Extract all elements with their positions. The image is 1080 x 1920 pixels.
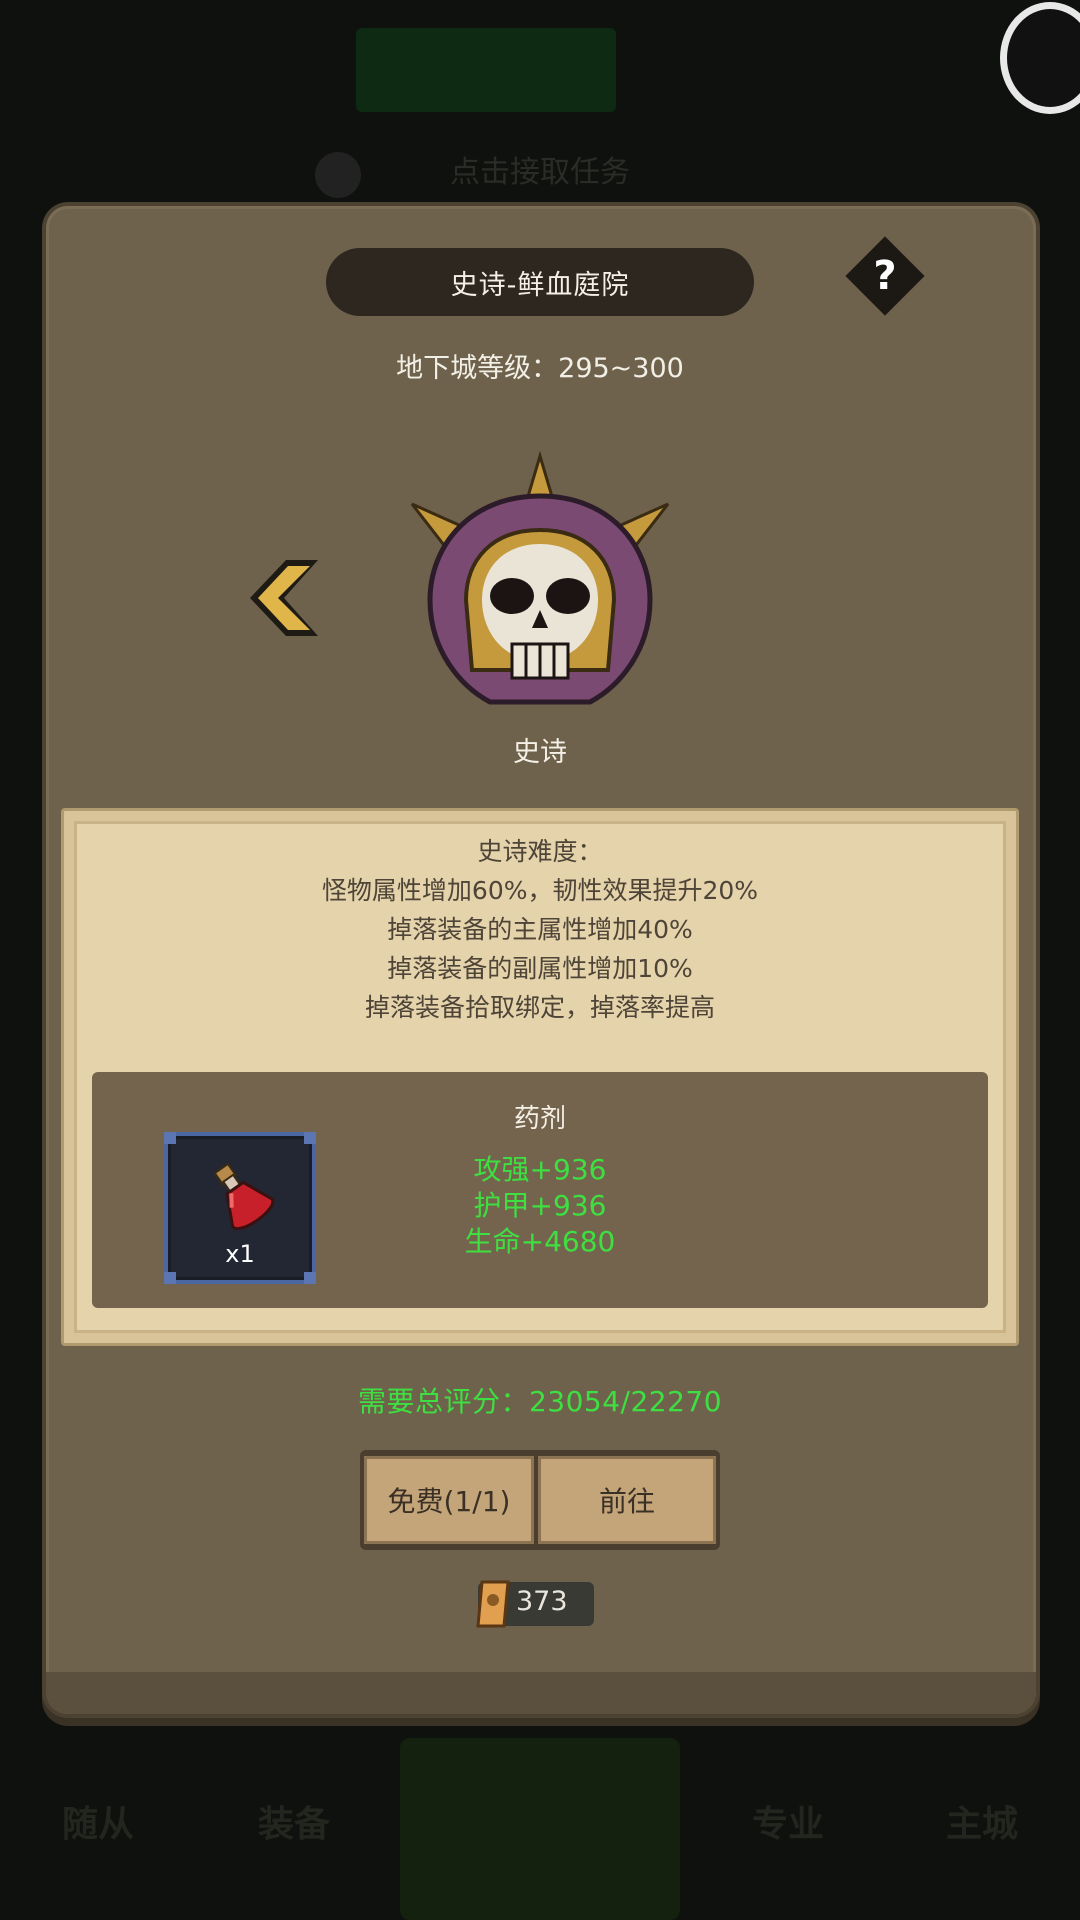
- description-line: 怪物属性增加60%，韧性效果提升20%: [321, 876, 759, 905]
- required-score: 需要总评分：23054/22270: [357, 1385, 723, 1418]
- reward-quantity: x1: [225, 1240, 255, 1268]
- background-tab-followers: 随从: [62, 1804, 135, 1845]
- red-potion-icon: [213, 1162, 275, 1230]
- stat-armor: 护甲+936: [473, 1189, 607, 1222]
- background-tab-main-city: 主城: [946, 1804, 1019, 1845]
- scroll-icon: [476, 1580, 510, 1628]
- description-line: 掉落装备拾取绑定，掉落率提高: [364, 993, 715, 1022]
- description-line: 掉落装备的主属性增加40%: [387, 915, 693, 944]
- overlay-corner-badge: [1000, 0, 1080, 120]
- reward-title: 药剂: [513, 1104, 566, 1134]
- background-task-prompt: 点击接取任务: [450, 155, 630, 190]
- background-battle-tab: [400, 1738, 680, 1920]
- stat-attack: 攻强+936: [473, 1153, 607, 1186]
- dialog-footer-band: [46, 1672, 1036, 1714]
- difficulty-label: 史诗: [513, 737, 567, 768]
- background-top-button: [356, 28, 616, 112]
- previous-difficulty-arrow-icon[interactable]: [246, 558, 320, 638]
- currency-value: 373: [516, 1586, 568, 1617]
- reward-stats: 攻强+936 护甲+936 生命+4680: [440, 1152, 640, 1260]
- dungeon-level: 地下城等级：295~300: [396, 353, 684, 384]
- free-entry-button[interactable]: 免费(1/1): [364, 1456, 534, 1544]
- help-icon[interactable]: ?: [857, 248, 913, 304]
- description-line: 掉落装备的副属性增加10%: [387, 954, 693, 983]
- description-line: 史诗难度：: [477, 837, 603, 866]
- skull-helmet-icon: [410, 450, 670, 705]
- go-button[interactable]: 前往: [538, 1456, 716, 1544]
- stat-health: 生命+4680: [464, 1225, 616, 1258]
- difficulty-description: 史诗难度： 怪物属性增加60%，韧性效果提升20% 掉落装备的主属性增加40% …: [61, 832, 1019, 1027]
- background-tab-equipment: 装备: [258, 1804, 331, 1845]
- background-tab-profession: 专业: [752, 1804, 825, 1845]
- dungeon-title: 史诗-鲜血庭院: [326, 248, 754, 316]
